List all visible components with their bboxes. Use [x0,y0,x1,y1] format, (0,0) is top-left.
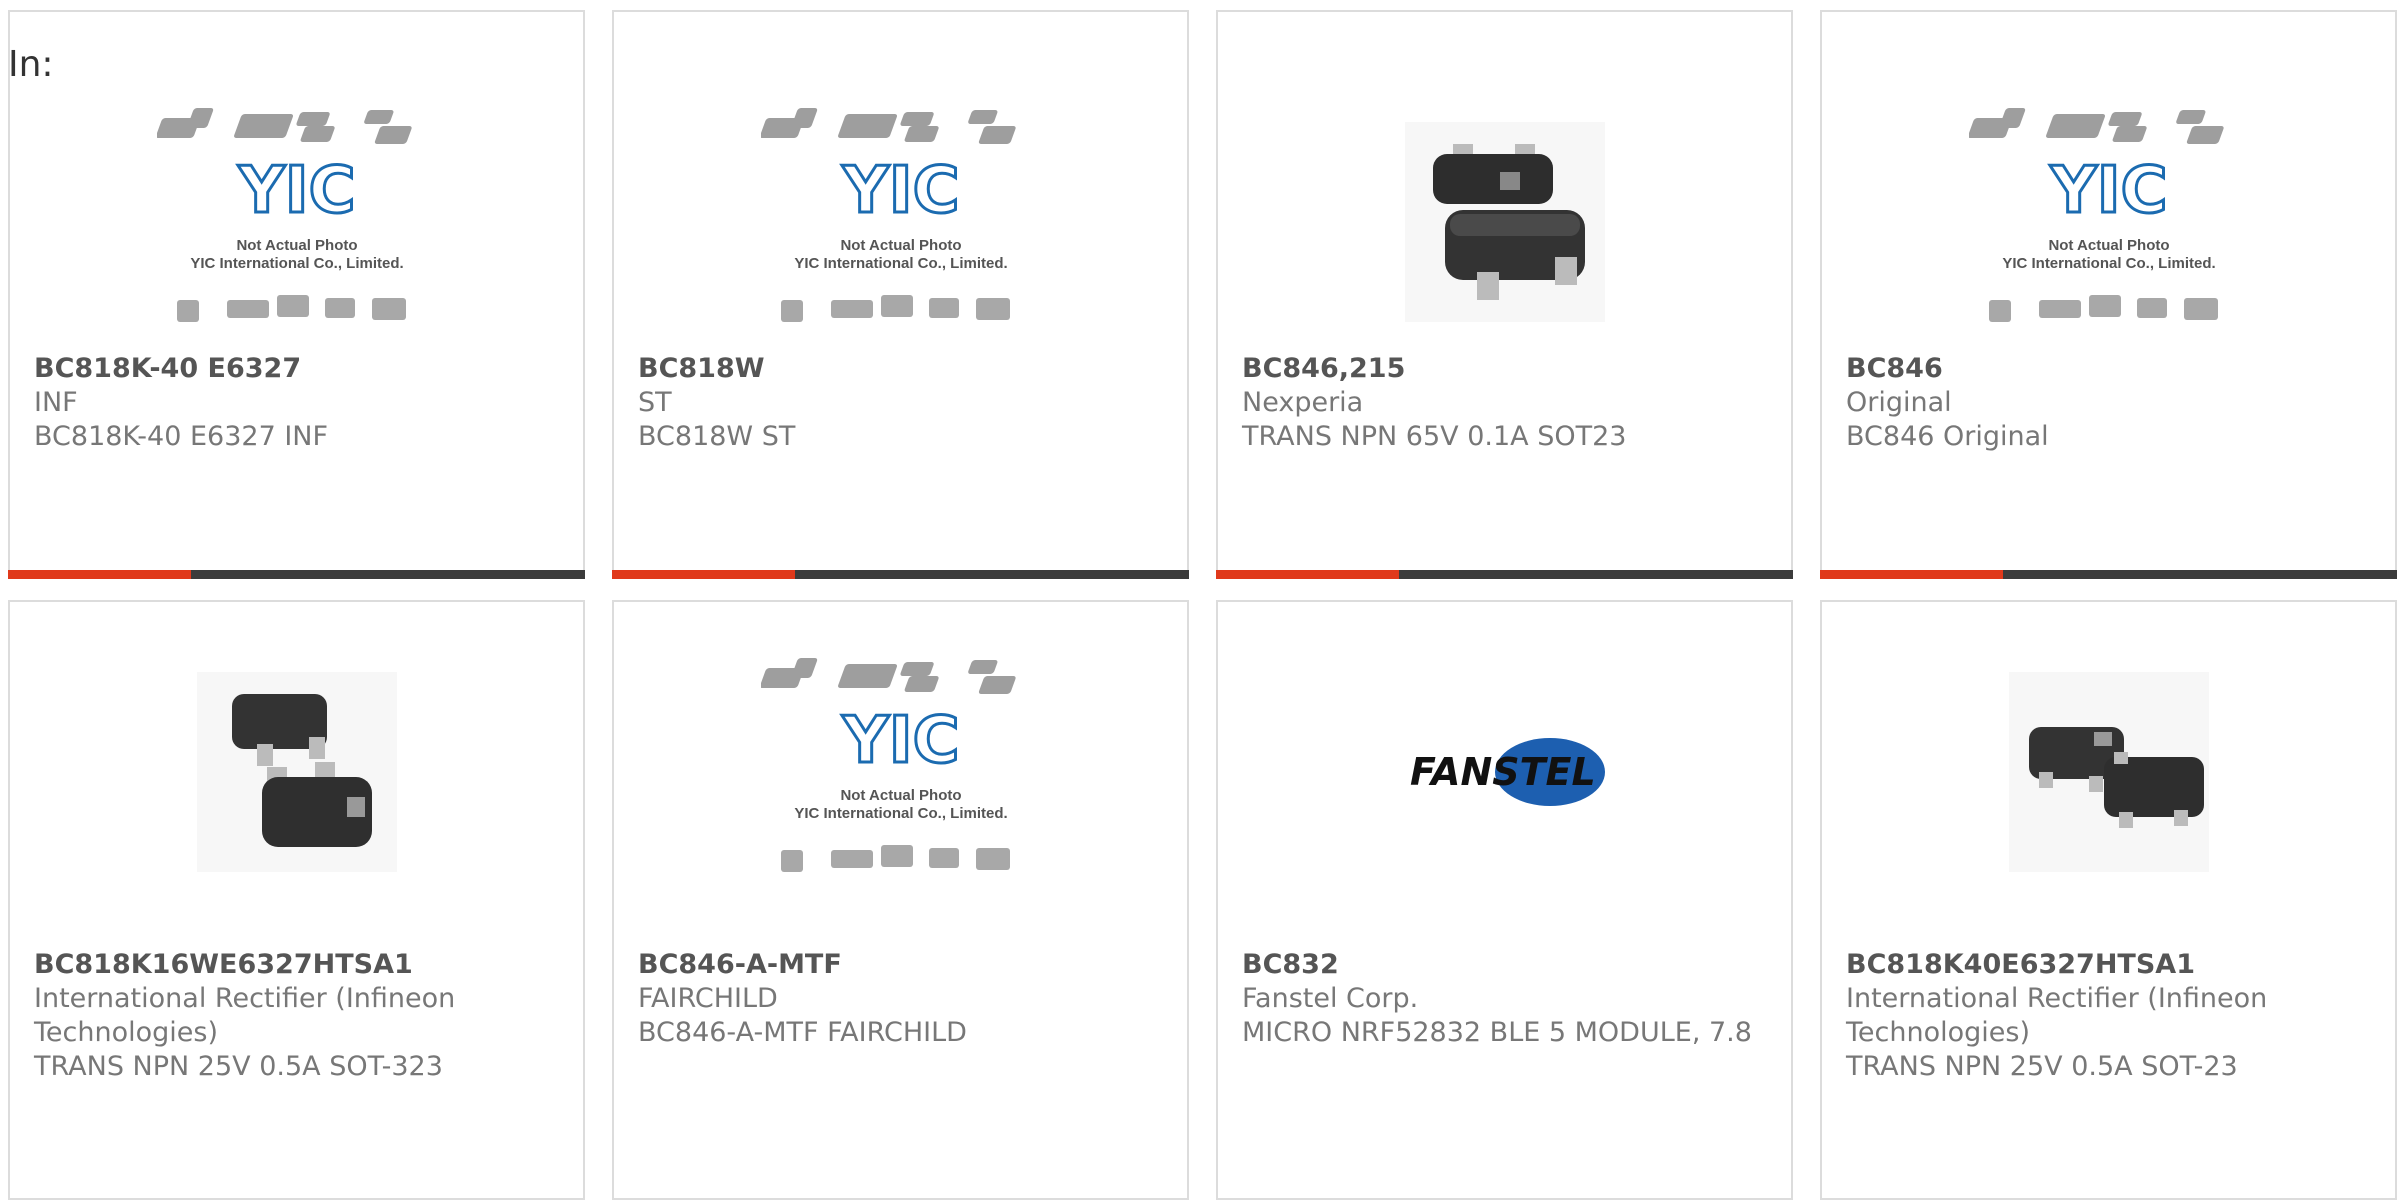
description: TRANS NPN 25V 0.5A SOT-323 [34,1051,443,1082]
product-card[interactable]: YIC Not Actual Photo YIC International Co.… [8,10,585,579]
product-image[interactable] [10,642,583,902]
product-card[interactable]: BC818K16WE6327HTSA1 International Rectif… [8,600,585,1200]
fanstel-logo-icon: FANSTEL [1410,738,1605,806]
card-footer-bar [8,570,585,579]
placeholder-photo-icon: YIC Not Actual PhotoYIC International Co.… [1968,107,2224,322]
placeholder-line1: Not Actual Photo [840,787,961,804]
description: BC818K-40 E6327 INF [34,421,329,452]
fanstel-logo-text: FANSTEL [1410,750,1596,794]
product-card[interactable]: YIC Not Actual Photo YIC International Co.… [612,10,1189,579]
placeholder-photo-icon: YIC Not Actual PhotoYIC International Co.… [760,107,1016,322]
part-number[interactable]: BC818K-40 E6327 [34,352,559,386]
placeholder-photo-icon: YIC Not Actual PhotoYIC International Co.… [156,107,412,322]
description: BC846 Original [1846,421,2049,452]
filter-label: In: [8,44,54,85]
yic-logo: YIC [841,704,959,778]
yic-logo: YIC [841,154,959,228]
description: TRANS NPN 65V 0.1A SOT23 [1242,421,1627,452]
placeholder-line1: Not Actual Photo [840,237,961,254]
part-number[interactable]: BC818K16WE6327HTSA1 [34,948,559,982]
manufacturer: International Rectifier (Infineon Techno… [34,983,456,1048]
part-number[interactable]: BC846,215 [1242,352,1767,386]
product-card[interactable]: YIC Not Actual Photo YIC International Co.… [612,600,1189,1200]
product-image[interactable]: YIC Not Actual Photo YIC International Co.… [614,642,1187,902]
product-image[interactable] [1822,642,2395,902]
manufacturer: International Rectifier (Infineon Techno… [1846,983,2268,1048]
manufacturer: ST [638,387,672,418]
product-image[interactable] [1218,92,1791,352]
manufacturer: Nexperia [1242,387,1364,418]
description: TRANS NPN 25V 0.5A SOT-23 [1846,1051,2238,1082]
placeholder-line2: YIC International Co., Limited. [794,255,1007,272]
placeholder-line1: Not Actual Photo [236,237,357,254]
manufacturer: Fanstel Corp. [1242,983,1419,1014]
product-image[interactable]: YIC Not Actual Photo YIC International Co.… [614,92,1187,352]
card-footer-bar [1216,570,1793,579]
description: MICRO NRF52832 BLE 5 MODULE, 7.8 [1242,1017,1752,1048]
sot23-pair-chip-icon [2008,672,2209,872]
placeholder-line2: YIC International Co., Limited. [190,255,403,272]
card-footer-bar [612,570,1189,579]
product-image[interactable]: YIC Not Actual Photo YIC International Co.… [1822,92,2395,352]
yic-logo: YIC [2049,154,2167,228]
sot323-chip-icon [196,672,397,872]
manufacturer: Original [1846,387,1952,418]
placeholder-line1: Not Actual Photo [2048,237,2169,254]
placeholder-line2: YIC International Co., Limited. [794,805,1007,822]
part-number[interactable]: BC832 [1242,948,1767,982]
placeholder-photo-icon: YIC Not Actual PhotoYIC International Co.… [760,657,1016,872]
manufacturer: FAIRCHILD [638,983,778,1014]
card-footer-bar [1820,570,2397,579]
product-card[interactable]: BC818K40E6327HTSA1 International Rectifi… [1820,600,2397,1200]
part-number[interactable]: BC846-A-MTF [638,948,1163,982]
manufacturer: INF [34,387,78,418]
product-image[interactable]: YIC Not Actual Photo YIC International Co.… [10,92,583,352]
part-number[interactable]: BC818K40E6327HTSA1 [1846,948,2371,982]
product-card[interactable]: YIC Not Actual Photo YIC International Co.… [1820,10,2397,579]
part-number[interactable]: BC818W [638,352,1163,386]
description: BC818W ST [638,421,796,452]
placeholder-line2: YIC International Co., Limited. [2002,255,2215,272]
part-number[interactable]: BC846 [1846,352,2371,386]
yic-logo: YIC [237,154,355,228]
description: BC846-A-MTF FAIRCHILD [638,1017,967,1048]
sot23-chip-icon [1404,122,1605,322]
product-card[interactable]: FANSTEL BC832 Fanstel Corp. MICRO NRF528… [1216,600,1793,1200]
product-card[interactable]: BC846,215 Nexperia TRANS NPN 65V 0.1A SO… [1216,10,1793,579]
product-image[interactable]: FANSTEL [1218,642,1791,902]
